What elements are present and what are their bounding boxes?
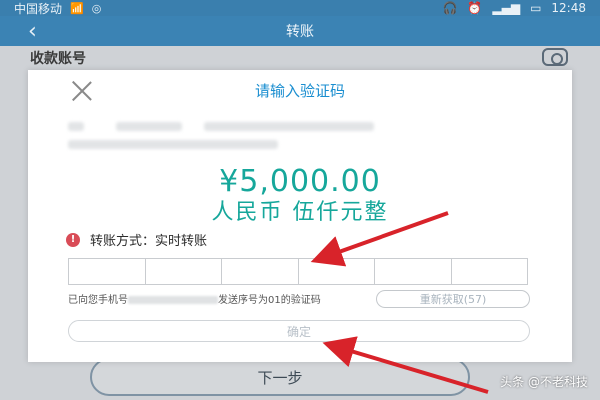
code-digit-box[interactable] (450, 258, 528, 285)
redacted-line (116, 122, 182, 131)
chevron-left-icon[interactable]: ‹ (28, 19, 37, 44)
method-label: 转账方式： (90, 234, 156, 249)
messenger-icon: ◎ (91, 1, 102, 15)
wifi-icon: 📶 (70, 1, 84, 15)
confirm-button[interactable]: 确定 (68, 320, 530, 342)
nav-bar: ‹ 转账 (0, 16, 600, 46)
redacted-line (68, 122, 84, 131)
verification-code-input[interactable] (68, 258, 528, 285)
resend-button[interactable]: 重新获取(57) (376, 290, 530, 308)
clock: 12:48 (551, 1, 586, 15)
page-title: 转账 (286, 24, 314, 40)
amount-chinese: 人民币 伍仟元整 (211, 200, 389, 225)
camera-icon[interactable] (542, 48, 568, 66)
carrier-name: 中国移动 (14, 1, 63, 16)
code-digit-box[interactable] (68, 258, 146, 285)
transfer-method: ! 转账方式： 实时转账 (66, 230, 207, 249)
redacted-line (204, 122, 374, 131)
battery-icon: ▭ (530, 1, 542, 15)
redacted-line (68, 140, 278, 149)
payee-label: 收款账号 (30, 51, 86, 67)
sms-hint: 已向您手机号 发送序号为01的验证码 (68, 294, 348, 307)
code-digit-box[interactable] (144, 258, 222, 285)
dialog-title: 请输入验证码 (254, 82, 345, 100)
code-digit-box[interactable] (374, 258, 452, 285)
alarm-icon: ⏰ (467, 1, 483, 15)
hint-prefix: 已向您手机号 (68, 295, 128, 306)
signal-icon: ▂▄▆ (492, 1, 521, 15)
method-value: 实时转账 (155, 234, 208, 249)
watermark: 头条 @不老科技 (500, 375, 588, 389)
verification-dialog: 请输入验证码 ¥5,000.00 人民币 伍仟元整 ! 转账方式： 实时转账 已… (28, 70, 572, 362)
next-button[interactable]: 下一步 (90, 358, 470, 396)
redacted-phone (128, 296, 218, 304)
payee-row: 收款账号 (20, 46, 580, 70)
status-bar: 中国移动 📶 ◎ 🎧 ⏰ ▂▄▆ ▭ 12:48 (0, 0, 600, 16)
hint-suffix: 发送序号为01的验证码 (218, 295, 321, 306)
code-digit-box[interactable] (221, 258, 299, 285)
code-digit-box[interactable] (297, 258, 375, 285)
info-icon: ! (66, 232, 80, 247)
headset-icon: 🎧 (442, 1, 458, 15)
